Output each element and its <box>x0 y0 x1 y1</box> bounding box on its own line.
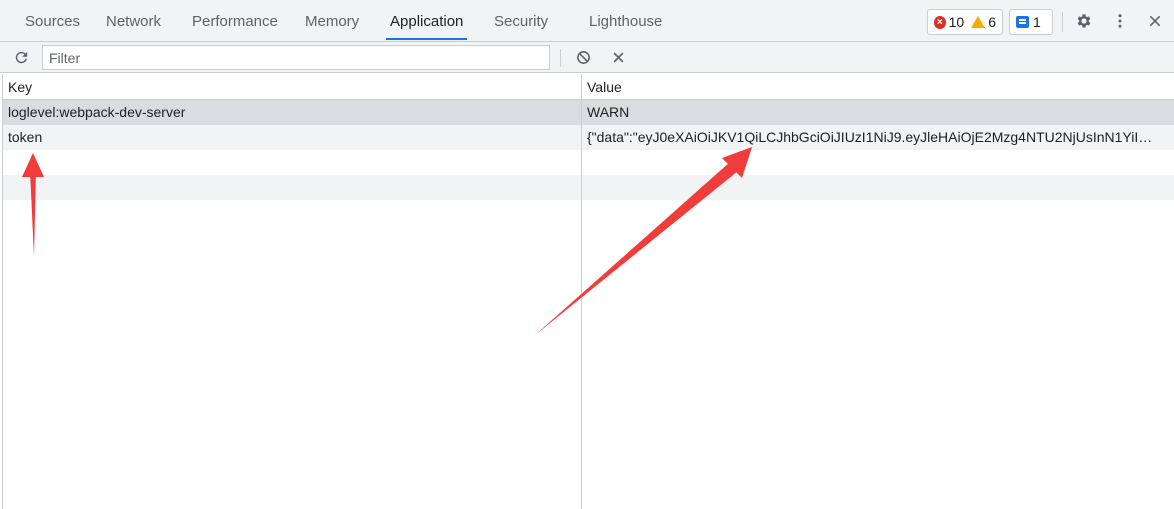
table-header: Key Value <box>3 74 1174 100</box>
column-header-value[interactable]: Value <box>587 74 622 101</box>
value-cell[interactable]: {"data":"eyJ0eXAiOiJKV1QiLCJhbGciOiJIUzI… <box>587 125 1153 150</box>
empty-row <box>3 150 1174 175</box>
table-row[interactable]: loglevel:webpack-dev-server WARN <box>3 100 1174 125</box>
divider <box>560 49 561 67</box>
tab-security[interactable]: Security <box>490 0 552 42</box>
more-vertical-icon[interactable] <box>1109 10 1131 32</box>
tab-application[interactable]: Application <box>386 0 468 42</box>
delete-icon[interactable] <box>607 46 629 68</box>
column-header-key[interactable]: Key <box>8 74 32 101</box>
divider <box>1062 12 1063 32</box>
devtools-tab-bar: Sources Network Performance Memory Appli… <box>0 0 1174 42</box>
close-icon[interactable] <box>1144 10 1166 32</box>
local-storage-table: Key Value loglevel:webpack-dev-server WA… <box>2 74 1174 509</box>
empty-row <box>3 175 1174 200</box>
tab-lighthouse[interactable]: Lighthouse <box>585 0 666 42</box>
key-cell[interactable]: loglevel:webpack-dev-server <box>8 100 576 125</box>
value-cell[interactable]: WARN <box>587 100 1153 125</box>
clear-all-icon[interactable] <box>572 46 594 68</box>
warning-count: 6 <box>988 14 996 30</box>
error-count: 10 <box>948 14 965 30</box>
issues-counter[interactable]: × 10 6 <box>927 9 1003 35</box>
key-cell[interactable]: token <box>8 125 576 150</box>
column-divider[interactable] <box>581 74 582 509</box>
message-icon <box>1016 16 1029 28</box>
tab-performance[interactable]: Performance <box>188 0 282 42</box>
tab-memory[interactable]: Memory <box>301 0 363 42</box>
table-row[interactable]: token {"data":"eyJ0eXAiOiJKV1QiLCJhbGciO… <box>3 125 1174 150</box>
tab-network[interactable]: Network <box>102 0 165 42</box>
warning-icon <box>971 16 986 28</box>
storage-toolbar <box>0 42 1174 73</box>
settings-icon[interactable] <box>1073 10 1095 32</box>
filter-input[interactable] <box>42 45 550 70</box>
refresh-icon[interactable] <box>10 46 32 68</box>
messages-counter[interactable]: 1 <box>1009 9 1053 35</box>
error-icon: × <box>934 15 946 29</box>
tab-sources[interactable]: Sources <box>21 0 84 42</box>
message-count: 1 <box>1033 14 1041 30</box>
